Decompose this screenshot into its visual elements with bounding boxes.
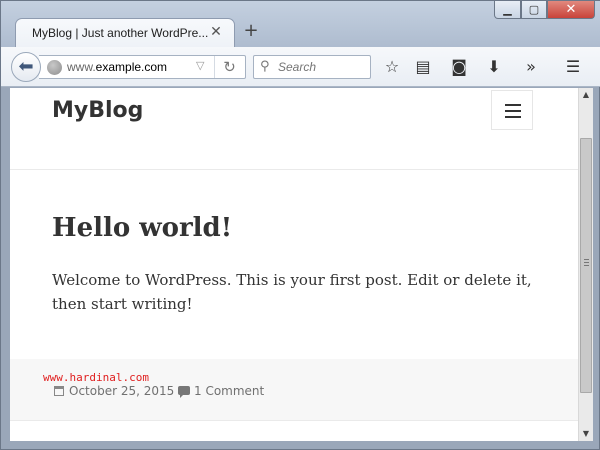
comment-count: 1 Comment	[194, 384, 265, 398]
hamburger-line	[505, 110, 521, 112]
close-window-button[interactable]: ✕	[547, 1, 595, 19]
minimize-button[interactable]: ▁	[494, 1, 521, 19]
browser-window: MyBlog | Just another WordPre... ✕ + ▁ ▢…	[0, 0, 600, 450]
window-controls: ▁ ▢ ✕	[494, 1, 598, 21]
scroll-down-icon[interactable]: ▼	[579, 427, 593, 441]
search-bar[interactable]: ⚲	[253, 55, 371, 79]
reload-icon[interactable]: ↻	[214, 56, 244, 78]
back-arrow-icon: ⬅	[18, 56, 34, 77]
close-tab-icon[interactable]: ✕	[208, 24, 224, 40]
post-meta: www.hardinal.com October 25, 2015 1 Comm…	[10, 359, 579, 421]
vertical-scrollbar[interactable]: ▲ ▼	[578, 88, 593, 441]
calendar-icon	[54, 386, 64, 396]
chevron-double-right-icon[interactable]: »	[520, 56, 542, 78]
post-body: Welcome to WordPress. This is your first…	[52, 271, 532, 313]
minimize-icon: ▁	[503, 3, 512, 16]
scroll-up-icon[interactable]: ▲	[579, 88, 593, 102]
page-content: MyBlog Hello world! Welcome to WordPress…	[10, 88, 579, 441]
comment-icon	[178, 386, 190, 398]
close-icon: ✕	[565, 2, 577, 17]
hamburger-line	[505, 116, 521, 118]
new-tab-button[interactable]: +	[241, 21, 261, 41]
maximize-icon: ▢	[528, 3, 540, 16]
globe-icon[interactable]	[47, 60, 62, 75]
hamburger-icon	[505, 104, 521, 106]
download-icon[interactable]: ⬇	[483, 56, 505, 78]
post-title[interactable]: Hello world!	[52, 213, 232, 243]
post-date: October 25, 2015	[69, 384, 175, 398]
back-button[interactable]: ⬅	[11, 52, 41, 82]
comments-link[interactable]: 1 Comment	[178, 384, 264, 398]
tab-title: MyBlog | Just another WordPre...	[32, 26, 208, 40]
url-prefix: www.	[67, 60, 96, 74]
grip-icon	[584, 259, 589, 266]
hamburger-icon[interactable]: ☰	[562, 56, 584, 78]
url-bar[interactable]: www.example.com ▽ ↻	[39, 55, 246, 79]
site-title[interactable]: MyBlog	[52, 98, 143, 123]
menu-toggle-button[interactable]	[491, 90, 533, 130]
maximize-button[interactable]: ▢	[521, 1, 547, 19]
search-input[interactable]	[278, 60, 368, 74]
pocket-icon[interactable]: ◙	[448, 56, 470, 78]
title-bar: MyBlog | Just another WordPre... ✕ + ▁ ▢…	[1, 1, 600, 48]
scrollbar-thumb[interactable]	[580, 138, 592, 393]
watermark: www.hardinal.com	[43, 371, 149, 384]
url-domain: example.com	[95, 60, 168, 74]
tab-active[interactable]: MyBlog | Just another WordPre... ✕	[15, 18, 235, 48]
url-text[interactable]: www.example.com	[67, 60, 167, 74]
site-header: MyBlog	[10, 88, 579, 170]
url-dropdown-icon[interactable]: ▽	[196, 59, 204, 72]
star-icon[interactable]: ☆	[381, 56, 403, 78]
navigation-toolbar: www.example.com ▽ ↻ ⬅ ⚲ ☆ ▤ ◙ ⬇ » ☰	[1, 47, 600, 87]
search-icon: ⚲	[260, 59, 270, 74]
post-date-link[interactable]: October 25, 2015	[54, 384, 174, 398]
clipboard-icon[interactable]: ▤	[412, 56, 434, 78]
